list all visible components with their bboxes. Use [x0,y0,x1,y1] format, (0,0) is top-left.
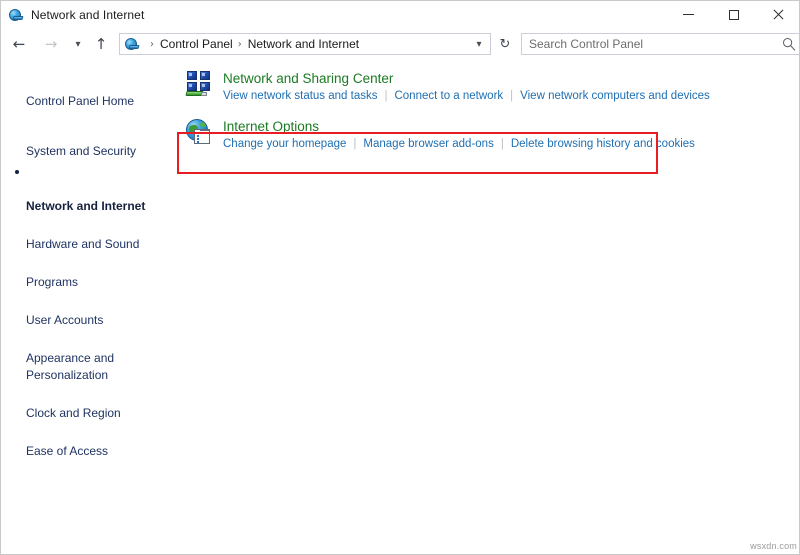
link-view-network-status-and-tasks[interactable]: View network status and tasks [223,89,377,104]
category-body: Network and Sharing Center View network … [223,69,710,104]
breadcrumb-network-globe-icon [124,36,140,52]
search-input[interactable] [522,34,772,54]
sidebar-item-label: Appearance and Personalization [26,351,115,382]
breadcrumb-item-control-panel[interactable]: Control Panel [160,37,233,51]
forward-button[interactable]: → [39,32,63,56]
sidebar-item-label: User Accounts [26,313,104,327]
category-title-link[interactable]: Network and Sharing Center [223,70,710,87]
sidebar-item-clock-and-region[interactable]: Clock and Region [1,386,177,424]
network-globe-icon [8,7,24,23]
back-button[interactable]: ← [7,32,31,56]
sidebar-item-label: Network and Internet [26,199,146,213]
chevron-down-icon: ▾ [476,38,482,50]
sidebar-item-label: Programs [26,275,79,289]
refresh-button[interactable]: ↻ [493,33,517,55]
breadcrumb[interactable]: › Control Panel › Network and Internet ▾ [119,33,491,55]
sidebar-item-programs[interactable]: Programs [1,255,177,293]
breadcrumb-separator: › [237,38,242,50]
network-monitors-icon [185,69,215,99]
category-links: View network status and tasks | Connect … [223,89,710,104]
sidebar: Control Panel Home System and Security N… [1,60,177,554]
close-icon [773,9,784,20]
link-divider: | [510,90,514,102]
category-internet-options: Internet Options Change your homepage | … [177,108,799,156]
sidebar-item-network-and-internet[interactable]: Network and Internet [1,162,177,217]
forward-arrow-icon: → [44,34,58,53]
sidebar-item-control-panel-home[interactable]: Control Panel Home [1,74,177,112]
sidebar-item-label: Hardware and Sound [26,237,140,251]
refresh-icon: ↻ [499,36,511,52]
minimize-icon [683,14,694,15]
internet-options-globe-icon [185,117,215,147]
link-view-network-computers-and-devices[interactable]: View network computers and devices [520,89,710,104]
category-network-and-sharing-center: Network and Sharing Center View network … [177,60,799,108]
link-divider: | [384,90,388,102]
breadcrumb-dropdown-button[interactable]: ▾ [468,34,490,54]
link-divider: | [500,138,504,150]
content-area: Control Panel Home System and Security N… [1,60,799,554]
maximize-icon [728,9,739,20]
sidebar-item-hardware-and-sound[interactable]: Hardware and Sound [1,217,177,255]
window-title: Network and Internet [31,7,145,22]
control-panel-window: Network and Internet ← → ▾ ↑ › Control P… [0,0,800,555]
search-box[interactable] [521,33,799,55]
recent-locations-button[interactable]: ▾ [69,32,87,56]
link-change-your-homepage[interactable]: Change your homepage [223,137,346,152]
category-list: Network and Sharing Center View network … [177,60,799,156]
link-delete-browsing-history-and-cookies[interactable]: Delete browsing history and cookies [511,137,695,152]
up-one-level-button[interactable]: ↑ [91,32,111,56]
sidebar-item-user-accounts[interactable]: User Accounts [1,293,177,331]
breadcrumb-item-network-and-internet[interactable]: Network and Internet [248,37,359,51]
sidebar-item-label: Ease of Access [26,444,109,458]
breadcrumb-separator: › [150,38,154,50]
close-button[interactable] [756,1,799,28]
back-arrow-icon: ← [12,34,26,53]
maximize-button[interactable] [711,1,756,28]
navigation-bar: ← → ▾ ↑ › Control Panel › Network and In… [1,28,799,60]
link-divider: | [353,138,357,150]
up-arrow-icon: ↑ [94,34,108,53]
category-title-link[interactable]: Internet Options [223,118,695,135]
category-links: Change your homepage | Manage browser ad… [223,137,695,152]
minimize-button[interactable] [666,1,711,28]
sidebar-item-appearance-and-personalization[interactable]: Appearance and Personalization [1,331,177,386]
sidebar-item-label: System and Security [26,144,137,158]
link-connect-to-a-network[interactable]: Connect to a network [394,89,503,104]
title-bar: Network and Internet [1,1,799,28]
search-icon [783,38,796,51]
window-controls [666,1,799,28]
sidebar-item-label: Control Panel Home [26,94,135,108]
sidebar-item-label: Clock and Region [26,406,121,420]
chevron-down-icon: ▾ [75,38,81,50]
sidebar-item-system-and-security[interactable]: System and Security [1,124,177,162]
category-body: Internet Options Change your homepage | … [223,117,695,152]
watermark: wsxdn.com [750,541,797,551]
bullet-icon [15,170,19,174]
link-manage-browser-add-ons[interactable]: Manage browser add-ons [363,137,493,152]
sidebar-item-ease-of-access[interactable]: Ease of Access [1,424,177,462]
